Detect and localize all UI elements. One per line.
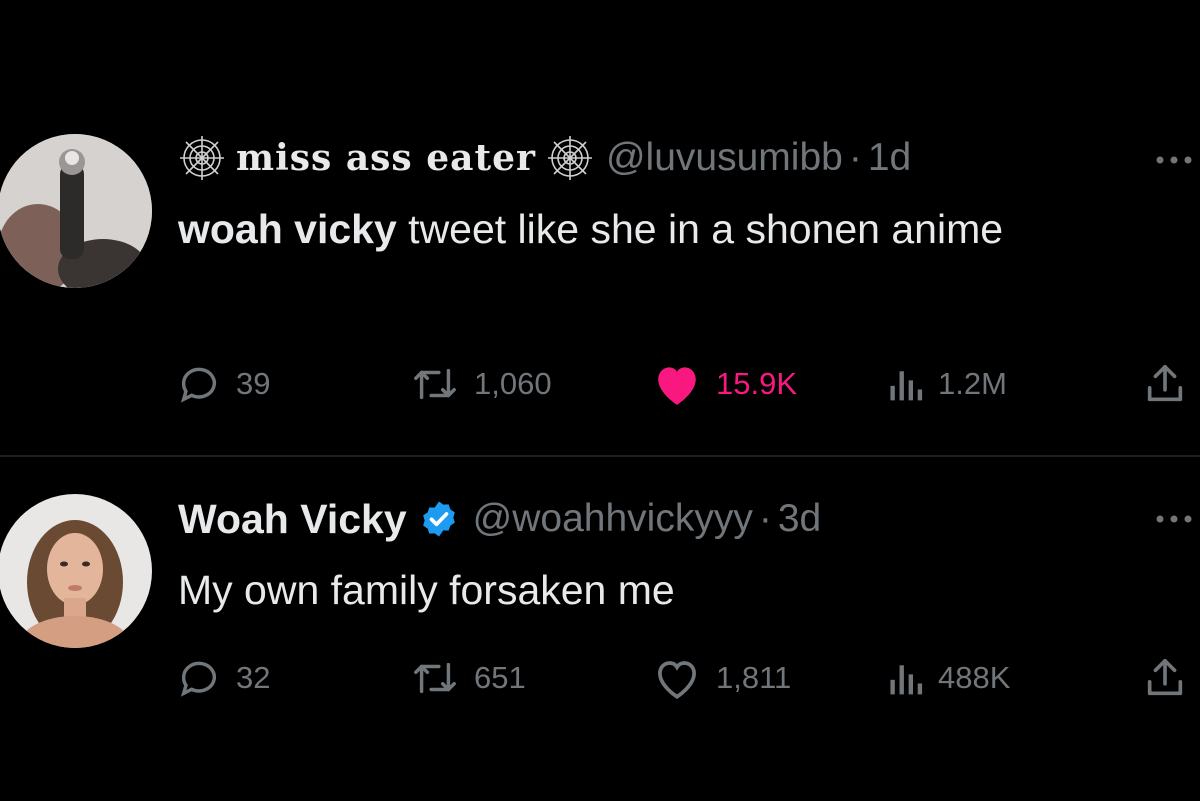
tweet-actions: 32 651 1,811 488K — [0, 650, 1200, 706]
tweet-actions: 39 1,060 15.9K 1.2M — [0, 356, 1200, 412]
retweet-count: 651 — [474, 660, 526, 695]
more-options-icon[interactable] — [1152, 509, 1196, 529]
separator: · — [758, 497, 772, 540]
reply-icon — [180, 367, 217, 403]
share-button[interactable] — [1142, 650, 1188, 706]
like-count: 15.9K — [716, 366, 798, 401]
share-button[interactable] — [1142, 356, 1188, 412]
share-icon — [1147, 364, 1183, 402]
tweet-text-rest: tweet like she in a shonen anime — [396, 206, 1004, 252]
views-button[interactable]: 1.2M — [886, 356, 1007, 412]
like-count: 1,811 — [716, 660, 792, 695]
avatar[interactable] — [0, 134, 152, 288]
tweet-text-bold: woah vicky — [178, 206, 397, 252]
like-button[interactable]: 15.9K — [652, 356, 797, 412]
more-options-icon[interactable] — [1152, 150, 1196, 170]
views-icon — [890, 665, 923, 695]
views-button[interactable]: 488K — [886, 650, 1010, 706]
timestamp[interactable]: 3d — [778, 497, 821, 541]
tweet-header: miss ass eater @luvusumibb · 1d — [178, 128, 911, 188]
tweet-divider — [0, 455, 1200, 457]
avatar[interactable] — [0, 494, 152, 648]
like-button[interactable]: 1,811 — [652, 650, 791, 706]
tweet[interactable]: miss ass eater @luvusumibb · 1d woah vic… — [0, 0, 1200, 456]
reply-count: 39 — [236, 366, 271, 401]
verified-badge-icon — [419, 499, 459, 539]
reply-button[interactable]: 32 — [176, 650, 270, 706]
display-name[interactable]: miss ass eater — [236, 137, 536, 179]
reply-count: 32 — [236, 660, 271, 695]
retweet-button[interactable]: 651 — [410, 650, 526, 706]
separator: · — [848, 136, 862, 179]
views-count: 488K — [938, 660, 1011, 695]
views-count: 1.2M — [938, 366, 1007, 401]
display-name[interactable]: Woah Vicky — [178, 496, 407, 543]
heart-filled-icon — [658, 367, 696, 405]
tweet-text: woah vicky tweet like she in a shonen an… — [178, 198, 1138, 260]
share-icon — [1147, 658, 1183, 696]
heart-outline-icon — [658, 661, 696, 699]
handle[interactable]: @woahhvickyyy — [473, 497, 753, 541]
timestamp[interactable]: 1d — [868, 136, 911, 180]
tweet[interactable]: Woah Vicky @woahhvickyyy · 3d My own fam… — [0, 458, 1200, 801]
views-icon — [890, 371, 923, 401]
retweet-icon — [414, 662, 456, 694]
spider-web-icon — [178, 134, 226, 182]
retweet-button[interactable]: 1,060 — [410, 356, 552, 412]
tweet-header: Woah Vicky @woahhvickyyy · 3d — [178, 489, 821, 549]
retweet-icon — [414, 368, 456, 400]
handle[interactable]: @luvusumibb — [606, 136, 843, 180]
spider-web-icon — [546, 134, 594, 182]
retweet-count: 1,060 — [474, 366, 552, 401]
reply-icon — [180, 661, 217, 697]
reply-button[interactable]: 39 — [176, 356, 270, 412]
tweet-text: My own family forsaken me — [178, 567, 675, 613]
